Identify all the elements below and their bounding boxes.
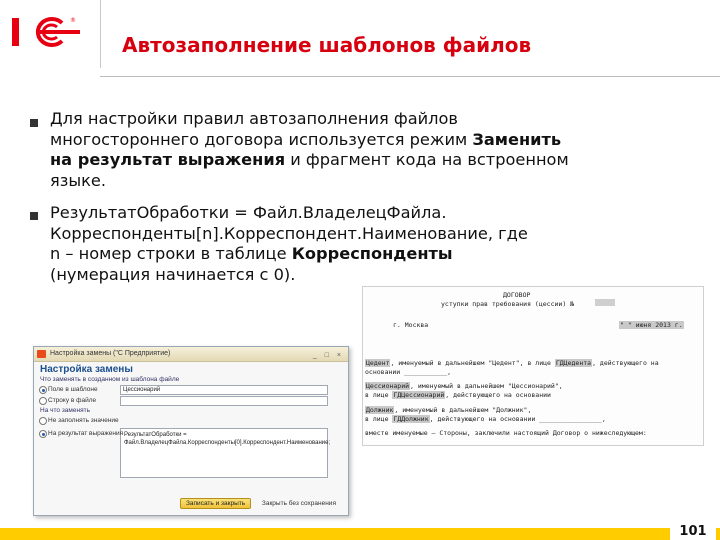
doc-heading: ДОГОВОР <box>503 291 531 299</box>
expression-line: РезультатОбработки = <box>124 432 187 438</box>
expression-editor[interactable]: РезультатОбработки = Файл.ВладелецФайла.… <box>120 428 331 478</box>
expression-line: Файл.ВладелецФайла.Корреспонденты[0].Кор… <box>124 440 331 446</box>
string-input[interactable] <box>120 396 328 406</box>
field-name-input[interactable]: Цессионарий <box>120 385 328 395</box>
doc-subheading: уступки прав требования (цессии) № <box>441 300 575 308</box>
radio-do-not-fill[interactable]: Не заполнять значение <box>34 415 348 426</box>
contract-document-preview: ДОГОВОР уступки прав требования (цессии)… <box>362 286 704 446</box>
radio-label: Не заполнять значение <box>48 417 119 424</box>
radio-field-in-template[interactable]: Поле в шаблоне Цессионарий <box>34 384 348 395</box>
dialog-buttons: Записать и закрыть Закрыть без сохранени… <box>180 498 341 509</box>
doc-field-gd-debtor: ГДДолжник <box>392 415 430 423</box>
footer-bar <box>0 528 720 540</box>
radio-selected-icon[interactable] <box>39 430 47 438</box>
page-title: Автозаполнение шаблонов файлов <box>122 33 532 57</box>
doc-text: , именуемый в дальнейшем "Цессионарий", <box>410 382 563 390</box>
doc-text: , именуемый в дальнейшем "Цедент", в лиц… <box>390 359 555 367</box>
doc-field-cedent: Цедент <box>365 359 391 367</box>
bullet-2-text-a: РезультатОбработки = Файл.ВладелецФайла.… <box>50 203 528 263</box>
radio-label: На результат выражения <box>48 430 124 437</box>
radio-label: Строку в файле <box>48 397 97 404</box>
doc-text: в лице <box>365 391 393 399</box>
radio-label: Поле в шаблоне <box>48 386 98 393</box>
doc-line-4: в лице ГДЦессионарий, действующего на ос… <box>365 391 551 399</box>
doc-field-debtor: Должник <box>365 406 395 414</box>
doc-date: " " июня 2013 г. <box>619 321 684 329</box>
doc-field-gd-cessionary: ГДЦессионарий <box>392 391 446 399</box>
header-divider-horizontal <box>100 76 720 77</box>
doc-field-gd-cedent: ГДЦедента <box>554 359 593 367</box>
doc-line-1: Цедент, именуемый в дальнейшем "Цедент",… <box>365 359 659 367</box>
replace-with-label: На что заменять <box>40 407 90 414</box>
page-number: 101 <box>670 523 716 540</box>
bullet-1-text-a: Для настройки правил автозаполнения файл… <box>50 109 473 149</box>
header-divider-vertical <box>100 0 101 68</box>
result-expression-row: На результат выражения РезультатОбработк… <box>34 428 348 478</box>
doc-text: , действующего на основании ____________… <box>429 415 606 423</box>
bullet-text-1: Для настройки правил автозаполнения файл… <box>50 109 570 191</box>
app-icon <box>37 350 46 358</box>
radio-icon[interactable] <box>39 417 47 425</box>
what-to-replace-label: Что заменять в созданном из шаблона файл… <box>40 376 180 383</box>
doc-text: в лице <box>365 415 393 423</box>
doc-line-5: Должник, именуемый в дальнейшем "Должник… <box>365 406 531 414</box>
doc-text: , действующего на основании <box>445 391 551 399</box>
radio-expression-result[interactable]: На результат выражения <box>34 428 128 439</box>
doc-number-placeholder <box>595 299 615 306</box>
doc-line-6: в лице ГДДолжник, действующего на основа… <box>365 415 606 423</box>
replacement-settings-dialog: Настройка замены ("С Предприятие) _ □ × … <box>33 346 349 516</box>
save-and-close-button[interactable]: Записать и закрыть <box>180 498 252 509</box>
doc-city: г. Москва <box>393 321 429 329</box>
doc-line-7: вместе именуемые – Стороны, заключили на… <box>365 429 647 437</box>
bullet-text-2: РезультатОбработки = Файл.ВладелецФайла.… <box>50 203 540 285</box>
bullet-2-bold: Корреспонденты <box>291 244 453 263</box>
close-without-saving-button[interactable]: Закрыть без сохранения <box>257 499 341 508</box>
svg-text:®: ® <box>70 17 76 24</box>
doc-line-3: Цессионарий, именуемый в дальнейшем "Цес… <box>365 382 563 390</box>
radio-selected-icon[interactable] <box>39 386 47 394</box>
dialog-window-title: Настройка замены ("С Предприятие) <box>50 350 171 357</box>
dialog-titlebar: Настройка замены ("С Предприятие) _ □ × <box>34 347 348 362</box>
doc-line-2: основании ___________, <box>365 368 452 376</box>
bullet-marker <box>30 119 38 127</box>
radio-string-in-file[interactable]: Строку в файле <box>34 395 348 406</box>
dialog-heading: Настройка замены <box>40 364 133 375</box>
bullet-marker <box>30 212 38 220</box>
doc-text: , именуемый в дальнейшем "Должник", <box>394 406 532 414</box>
radio-icon[interactable] <box>39 397 47 405</box>
bullet-2-text-b: (нумерация начинается с 0). <box>50 264 296 284</box>
doc-field-cessionary: Цессионарий <box>365 382 411 390</box>
1c-logo: ® <box>10 14 84 50</box>
doc-text: , действующего на <box>592 359 659 367</box>
window-controls[interactable]: _ □ × <box>313 349 344 363</box>
